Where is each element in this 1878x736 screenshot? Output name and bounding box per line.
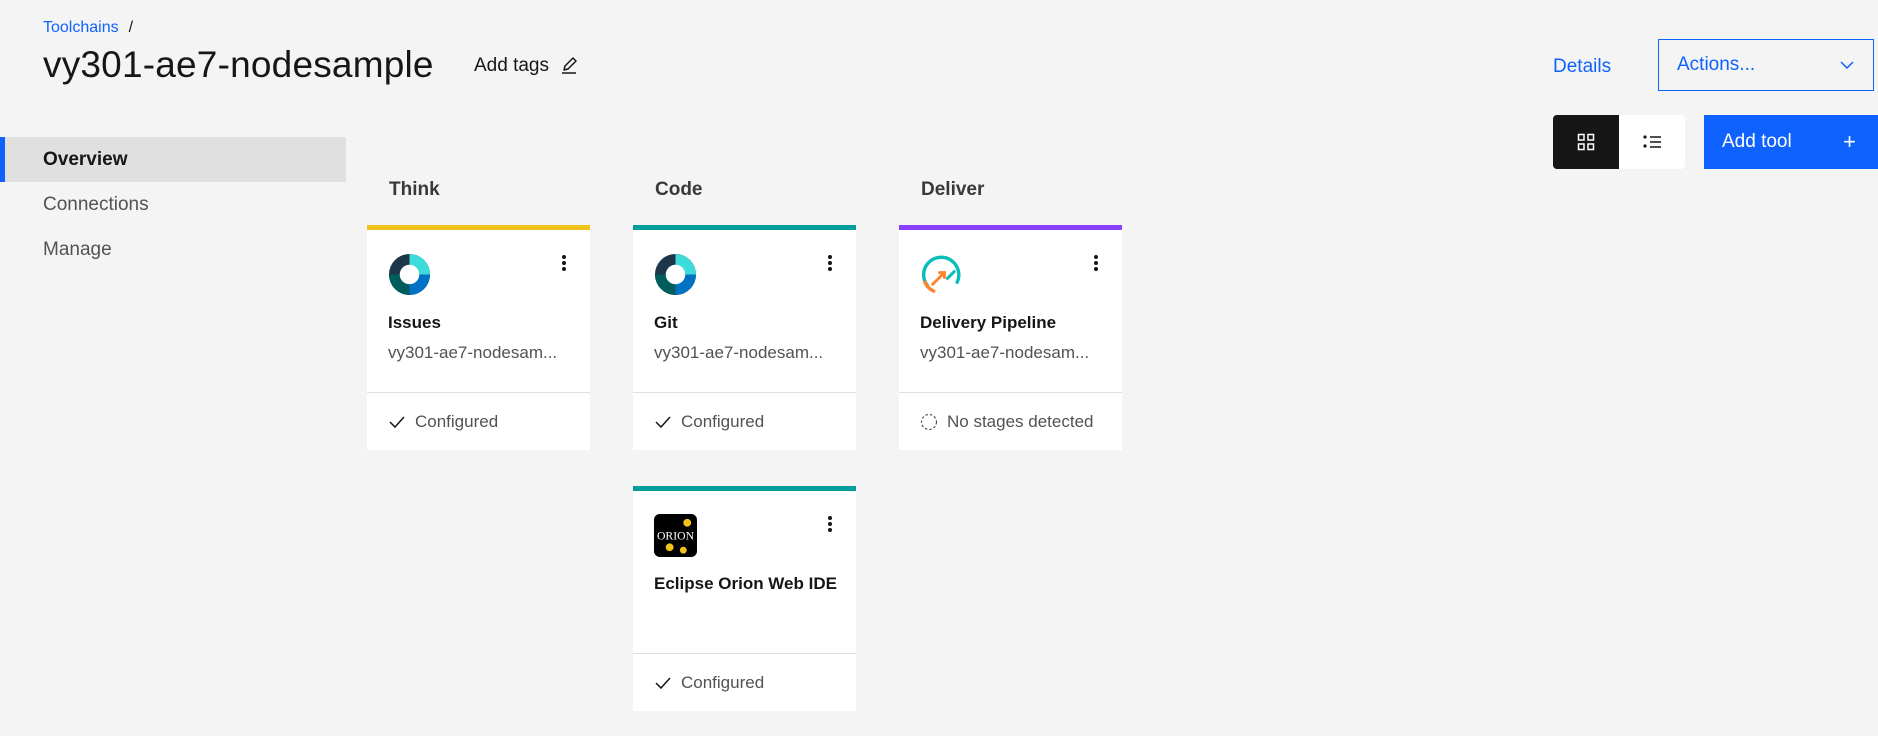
side-navigation: Overview Connections Manage bbox=[0, 137, 346, 272]
tool-name: Git bbox=[654, 313, 678, 332]
delivery-pipeline-icon bbox=[921, 255, 961, 293]
tool-card-delivery-pipeline[interactable]: Delivery Pipeline vy301-ae7-nodesam... N… bbox=[899, 225, 1122, 450]
breadcrumb-separator: / bbox=[128, 19, 134, 36]
add-tags-button[interactable]: Add tags bbox=[474, 55, 579, 77]
tool-card-git[interactable]: Git vy301-ae7-nodesam... Configured bbox=[633, 225, 856, 450]
add-tool-button[interactable]: Add tool + bbox=[1704, 115, 1878, 169]
sidebar-item-manage[interactable]: Manage bbox=[0, 227, 346, 272]
tool-card-body: Issues vy301-ae7-nodesam... bbox=[367, 230, 590, 393]
view-toggle bbox=[1553, 115, 1685, 169]
tool-status-label: Configured bbox=[681, 672, 765, 692]
tool-card-eclipse-orion[interactable]: ORION Eclipse Orion Web IDE Configured bbox=[633, 486, 856, 711]
tool-status-label: Configured bbox=[415, 411, 499, 431]
actions-dropdown-label: Actions... bbox=[1677, 54, 1756, 75]
tool-status: No stages detected bbox=[899, 393, 1122, 450]
add-tags-label: Add tags bbox=[474, 55, 549, 76]
git-tool-icon bbox=[654, 253, 697, 296]
add-tool-label: Add tool bbox=[1722, 131, 1792, 152]
grid-view-icon bbox=[1577, 133, 1595, 151]
tool-name: Delivery Pipeline bbox=[920, 313, 1057, 332]
plus-icon: + bbox=[1843, 129, 1856, 154]
breadcrumb: Toolchains / bbox=[43, 19, 133, 37]
tool-status: Configured bbox=[633, 393, 856, 450]
breadcrumb-toolchains-link[interactable]: Toolchains bbox=[43, 19, 119, 36]
tool-instance-name: vy301-ae7-nodesam... bbox=[388, 343, 558, 362]
details-link[interactable]: Details bbox=[1553, 56, 1611, 78]
tool-status: Configured bbox=[633, 654, 856, 711]
issues-tool-icon bbox=[388, 253, 431, 296]
column-header-code: Code bbox=[655, 179, 703, 200]
dashed-circle-icon bbox=[920, 413, 938, 430]
checkmark-icon bbox=[655, 415, 671, 428]
tool-card-body: Git vy301-ae7-nodesam... bbox=[633, 230, 856, 393]
checkmark-icon bbox=[655, 676, 671, 689]
tool-card-body: ORION Eclipse Orion Web IDE bbox=[633, 491, 856, 654]
tool-name: Eclipse Orion Web IDE bbox=[654, 574, 837, 593]
tool-instance-name: vy301-ae7-nodesam... bbox=[920, 343, 1090, 362]
sidebar-item-connections[interactable]: Connections bbox=[0, 182, 346, 227]
column-header-deliver: Deliver bbox=[921, 179, 985, 200]
tool-status-label: No stages detected bbox=[947, 411, 1094, 431]
orion-logo-text: ORION bbox=[657, 529, 695, 542]
tool-instance-name: vy301-ae7-nodesam... bbox=[654, 343, 824, 362]
edit-pencil-icon bbox=[562, 57, 577, 74]
chevron-down-icon bbox=[1840, 61, 1854, 70]
page-title: vy301-ae7-nodesample bbox=[43, 44, 434, 85]
overflow-menu-icon[interactable] bbox=[1092, 252, 1100, 274]
overflow-menu-icon[interactable] bbox=[826, 252, 834, 274]
tool-card-body: Delivery Pipeline vy301-ae7-nodesam... bbox=[899, 230, 1122, 393]
tool-status: Configured bbox=[367, 393, 590, 450]
overflow-menu-icon[interactable] bbox=[826, 513, 834, 535]
tool-card-issues[interactable]: Issues vy301-ae7-nodesam... Configured bbox=[367, 225, 590, 450]
actions-dropdown[interactable]: Actions... bbox=[1658, 39, 1874, 91]
tool-status-label: Configured bbox=[681, 411, 765, 431]
sidebar-item-overview[interactable]: Overview bbox=[0, 137, 346, 182]
list-view-button[interactable] bbox=[1619, 115, 1685, 169]
list-view-icon bbox=[1643, 135, 1661, 148]
column-header-think: Think bbox=[389, 179, 440, 200]
overflow-menu-icon[interactable] bbox=[560, 252, 568, 274]
grid-view-button[interactable] bbox=[1553, 115, 1619, 169]
orion-ide-icon: ORION bbox=[654, 514, 697, 557]
tool-name: Issues bbox=[388, 313, 441, 332]
checkmark-icon bbox=[389, 415, 405, 428]
